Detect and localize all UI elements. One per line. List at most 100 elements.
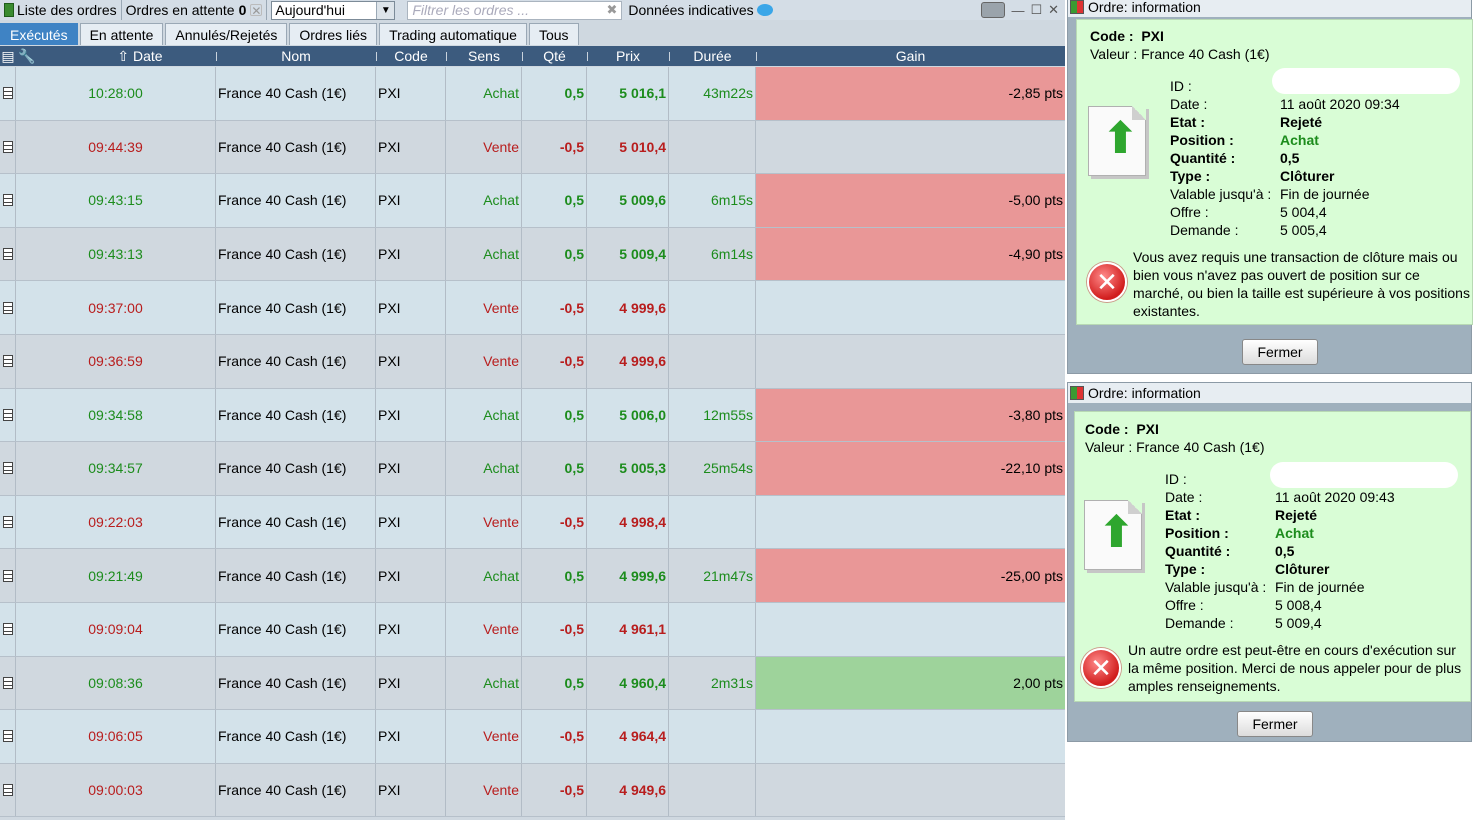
pending-count: 0 — [238, 2, 247, 18]
order-details-icon[interactable] — [2, 730, 13, 743]
cell-sens: Achat — [446, 549, 522, 602]
header-prix[interactable]: Prix — [587, 46, 669, 66]
order-details-icon[interactable] — [2, 462, 13, 475]
tab-annul-s-rejet-s[interactable]: Annulés/Rejetés — [165, 23, 288, 45]
tab-ordres-li-s[interactable]: Ordres liés — [289, 23, 378, 45]
tab-en-attente[interactable]: En attente — [79, 23, 164, 45]
offre-value: 5 008,4 — [1275, 597, 1322, 613]
tab-ordres-en-attente[interactable]: Ordres en attente 0 ✕ — [122, 0, 268, 20]
header-doc-icon: ▤ — [1, 47, 15, 64]
cell-sens: Vente — [446, 120, 522, 174]
order-details-icon[interactable] — [2, 87, 13, 100]
cell-prix: 4 960,4 — [587, 656, 669, 710]
cell-sens: Vente — [446, 335, 522, 388]
row-doc-icon — [0, 67, 16, 120]
cell-code: PXI — [376, 120, 446, 174]
order-details-icon[interactable] — [2, 569, 13, 582]
table-row[interactable]: 09:37:00 France 40 Cash (1€) PXI Vente -0,5 4… — [0, 281, 1065, 335]
tab-trading-automatique[interactable]: Trading automatique — [379, 23, 527, 45]
cell-prix: 5 010,4 — [587, 120, 669, 174]
table-row[interactable]: 09:36:59 France 40 Cash (1€) PXI Vente -0,5 4… — [0, 335, 1065, 389]
cell-code: PXI — [376, 67, 446, 120]
cell-sens: Achat — [446, 388, 522, 442]
order-details-icon[interactable] — [2, 784, 13, 797]
wrench-icon[interactable]: 🔧 — [18, 46, 36, 66]
period-select[interactable]: Aujourd'hui ▼ — [271, 0, 396, 20]
header-duree[interactable]: Durée — [669, 46, 756, 66]
table-row[interactable]: 09:43:13 France 40 Cash (1€) PXI Achat 0,5 5 … — [0, 227, 1065, 282]
header-nom[interactable]: Nom — [216, 46, 376, 66]
header-date[interactable]: ⇧ Date — [90, 46, 190, 66]
row-doc-icon — [0, 763, 16, 817]
order-details-icon[interactable] — [2, 355, 13, 368]
cell-prix: 4 999,6 — [587, 335, 669, 388]
order-details-icon[interactable] — [2, 301, 13, 314]
clear-filter-icon[interactable]: ✖ — [606, 2, 617, 18]
cell-date: 09:08:36 — [16, 656, 216, 710]
tab-tous[interactable]: Tous — [528, 23, 579, 45]
toolbar: Liste des ordres Ordres en attente 0 ✕ A… — [0, 0, 1065, 20]
row-doc-icon — [0, 710, 16, 763]
chevron-down-icon[interactable]: ▼ — [376, 1, 395, 19]
cell-duree — [669, 495, 756, 549]
cell-duree — [669, 281, 756, 334]
table-row[interactable]: 09:43:15 France 40 Cash (1€) PXI Achat 0,5 5 … — [0, 174, 1065, 228]
cell-prix: 4 999,6 — [587, 281, 669, 334]
header-sens[interactable]: Sens — [446, 46, 522, 66]
tab-ex-cut-s[interactable]: Exécutés — [0, 23, 78, 45]
maximize-icon[interactable]: ☐ — [1030, 2, 1042, 18]
table-row[interactable]: 09:21:49 France 40 Cash (1€) PXI Achat 0,5 4 … — [0, 549, 1065, 603]
order-details-icon[interactable] — [2, 623, 13, 636]
row-doc-icon — [0, 495, 16, 549]
header-gain[interactable]: Gain — [756, 46, 1065, 66]
order-details-icon[interactable] — [2, 140, 13, 153]
position-value: Achat — [1275, 525, 1314, 541]
cell-duree: 21m47s — [669, 549, 756, 602]
order-details-icon[interactable] — [2, 248, 13, 261]
close-window-icon[interactable]: ✕ — [1048, 2, 1059, 18]
cell-sens: Achat — [446, 67, 522, 120]
table-row[interactable]: 09:08:36 France 40 Cash (1€) PXI Achat 0,5 4 … — [0, 656, 1065, 711]
table-row[interactable]: 09:22:03 France 40 Cash (1€) PXI Vente -0,5 4… — [0, 495, 1065, 550]
cell-gain — [756, 496, 1065, 549]
header-code[interactable]: Code — [376, 46, 446, 66]
type-value: Clôturer — [1275, 561, 1330, 577]
cell-nom: France 40 Cash (1€) — [216, 281, 376, 334]
minimize-icon[interactable]: — — [1011, 3, 1024, 18]
table-row[interactable]: 09:09:04 France 40 Cash (1€) PXI Vente -0,5 4… — [0, 603, 1065, 657]
dialog-body: Code : PXI Valeur : France 40 Cash (1€) … — [1074, 411, 1471, 702]
order-details-icon[interactable] — [2, 408, 13, 421]
cell-qte: 0,5 — [522, 549, 587, 602]
table-row[interactable]: 09:06:05 France 40 Cash (1€) PXI Vente -0,5 4… — [0, 710, 1065, 764]
valeur-line: Valeur : France 40 Cash (1€) — [1090, 46, 1270, 62]
cell-nom: France 40 Cash (1€) — [216, 120, 376, 174]
header-qte[interactable]: Qté — [522, 46, 587, 66]
cell-nom: France 40 Cash (1€) — [216, 442, 376, 495]
cell-gain: -4,90 pts — [756, 227, 1065, 281]
date-value: 11 août 2020 09:34 — [1280, 96, 1400, 112]
tab-liste-ordres[interactable]: Liste des ordres — [0, 0, 122, 20]
close-icon[interactable]: ✕ — [250, 4, 263, 17]
position-label: Position : — [1165, 525, 1229, 541]
id-redacted — [1270, 462, 1458, 488]
demande-label: Demande : — [1170, 222, 1239, 238]
table-row[interactable]: 09:34:57 France 40 Cash (1€) PXI Achat 0,5 5 … — [0, 442, 1065, 496]
print-icon[interactable] — [981, 2, 1006, 18]
cell-sens: Achat — [446, 656, 522, 710]
fermer-button[interactable]: Fermer — [1237, 711, 1313, 737]
order-details-icon[interactable] — [2, 516, 13, 529]
code-line: Code : PXI — [1090, 28, 1164, 44]
table-row[interactable]: 09:44:39 France 40 Cash (1€) PXI Vente -0,5 5… — [0, 120, 1065, 175]
table-row[interactable]: 09:34:58 France 40 Cash (1€) PXI Achat 0,5 5 … — [0, 388, 1065, 443]
cell-prix: 5 005,3 — [587, 442, 669, 495]
filter-input[interactable]: Filtrer les ordres ... ✖ — [407, 0, 623, 20]
cell-qte: -0,5 — [522, 603, 587, 656]
offre-label: Offre : — [1170, 204, 1209, 220]
fermer-button[interactable]: Fermer — [1242, 339, 1318, 365]
info-bubble-icon[interactable] — [756, 4, 773, 16]
order-details-icon[interactable] — [2, 194, 13, 207]
table-row[interactable]: 09:00:03 France 40 Cash (1€) PXI Vente -0,5 4… — [0, 763, 1065, 818]
date-value: 11 août 2020 09:43 — [1275, 489, 1395, 505]
order-details-icon[interactable] — [2, 676, 13, 689]
table-row[interactable]: 10:28:00 France 40 Cash (1€) PXI Achat 0,5 5 … — [0, 67, 1065, 121]
